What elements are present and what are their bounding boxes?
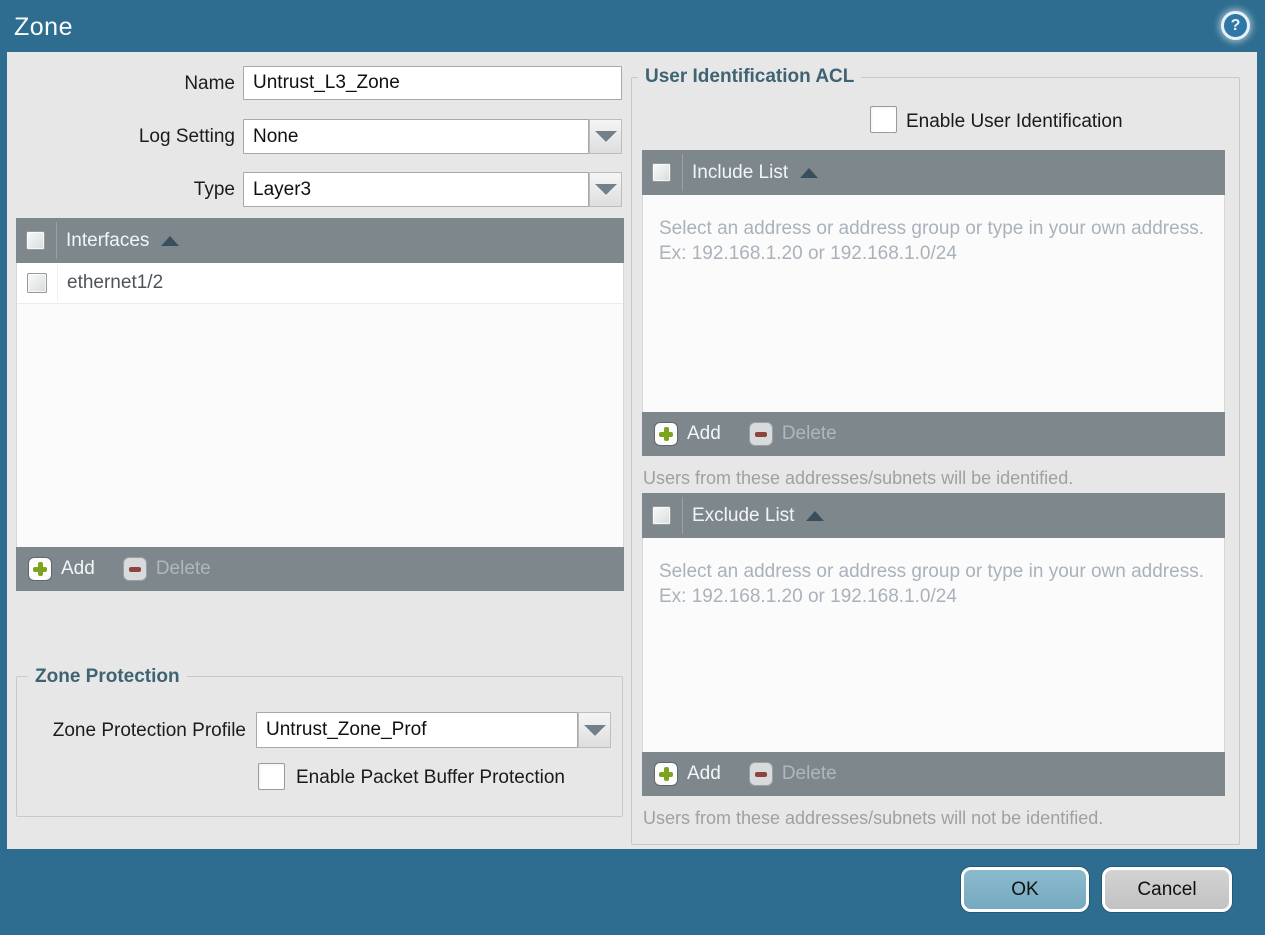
include-list-header-label: Include List: [692, 161, 789, 183]
interfaces-table-body: ethernet1/2: [16, 263, 624, 547]
exclude-delete-button[interactable]: Delete: [748, 762, 837, 786]
sort-asc-icon: [800, 167, 819, 178]
delete-icon: [122, 557, 147, 581]
name-label: Name: [184, 73, 235, 94]
enable-user-identification-checkbox[interactable]: [870, 106, 897, 133]
include-add-button[interactable]: Add: [654, 422, 721, 446]
exclude-list-table: Exclude List Select an address or addres…: [642, 493, 1225, 796]
exclude-list-body[interactable]: Select an address or address group or ty…: [642, 538, 1225, 752]
interfaces-table-header[interactable]: Interfaces: [16, 218, 624, 263]
row-divider: [57, 265, 58, 301]
interfaces-table: Interfaces ethernet1/2 Add Delete: [16, 218, 624, 591]
interface-row-checkbox[interactable]: [27, 273, 47, 293]
interfaces-select-all-checkbox[interactable]: [26, 231, 45, 250]
include-helper-text: Users from these addresses/subnets will …: [643, 468, 1074, 488]
enable-user-identification-label: Enable User Identification: [906, 111, 1123, 132]
include-list-body[interactable]: Select an address or address group or ty…: [642, 195, 1225, 412]
include-list-table: Include List Select an address or addres…: [642, 150, 1225, 456]
log-setting-input[interactable]: [243, 119, 589, 154]
exclude-list-header-label: Exclude List: [692, 504, 795, 526]
dialog-title: Zone: [14, 13, 73, 41]
exclude-add-button[interactable]: Add: [654, 762, 721, 786]
enable-packet-buffer-protection-label: Enable Packet Buffer Protection: [296, 767, 565, 788]
zone-protection-legend: Zone Protection: [28, 666, 187, 688]
user-identification-legend: User Identification ACL: [638, 66, 862, 88]
interfaces-toolbar: Add Delete: [16, 547, 624, 591]
include-delete-button[interactable]: Delete: [748, 422, 837, 446]
include-list-placeholder: Select an address or address group or ty…: [659, 218, 1204, 264]
ok-button[interactable]: OK: [961, 867, 1089, 912]
help-glyph: ?: [1230, 16, 1241, 34]
exclude-list-header[interactable]: Exclude List: [642, 493, 1225, 538]
exclude-helper-text: Users from these addresses/subnets will …: [643, 808, 1104, 828]
interface-row[interactable]: ethernet1/2: [17, 263, 623, 304]
sort-asc-icon: [161, 235, 180, 246]
add-icon: [654, 422, 678, 446]
zone-protection-profile-dropdown-arrow-icon[interactable]: [578, 712, 611, 748]
zone-protection-profile-label: Zone Protection Profile: [52, 720, 246, 741]
interfaces-delete-button[interactable]: Delete: [122, 557, 211, 581]
include-select-all-checkbox[interactable]: [652, 163, 671, 182]
delete-icon: [748, 762, 773, 786]
include-list-header[interactable]: Include List: [642, 150, 1225, 195]
header-divider: [682, 497, 683, 534]
type-dropdown-arrow-icon[interactable]: [589, 172, 622, 207]
log-setting-dropdown-arrow-icon[interactable]: [589, 119, 622, 154]
log-setting-label: Log Setting: [138, 126, 235, 147]
type-input[interactable]: [243, 172, 589, 207]
exclude-list-toolbar: Add Delete: [642, 752, 1225, 796]
exclude-select-all-checkbox[interactable]: [652, 506, 671, 525]
zone-protection-profile-input[interactable]: [256, 712, 578, 748]
enable-packet-buffer-protection-checkbox[interactable]: [258, 763, 285, 790]
add-icon: [28, 557, 52, 581]
name-input[interactable]: [243, 66, 622, 100]
delete-icon: [748, 422, 773, 446]
include-list-toolbar: Add Delete: [642, 412, 1225, 456]
header-divider: [56, 222, 57, 259]
interfaces-header-label: Interfaces: [66, 229, 150, 251]
type-label: Type: [193, 179, 235, 200]
cancel-button[interactable]: Cancel: [1102, 867, 1232, 912]
interfaces-add-button[interactable]: Add: [28, 557, 95, 581]
add-icon: [654, 762, 678, 786]
interface-name: ethernet1/2: [67, 272, 164, 293]
help-icon[interactable]: ?: [1221, 11, 1250, 40]
exclude-list-placeholder: Select an address or address group or ty…: [659, 561, 1204, 607]
header-divider: [682, 154, 683, 191]
sort-asc-icon: [806, 510, 825, 521]
